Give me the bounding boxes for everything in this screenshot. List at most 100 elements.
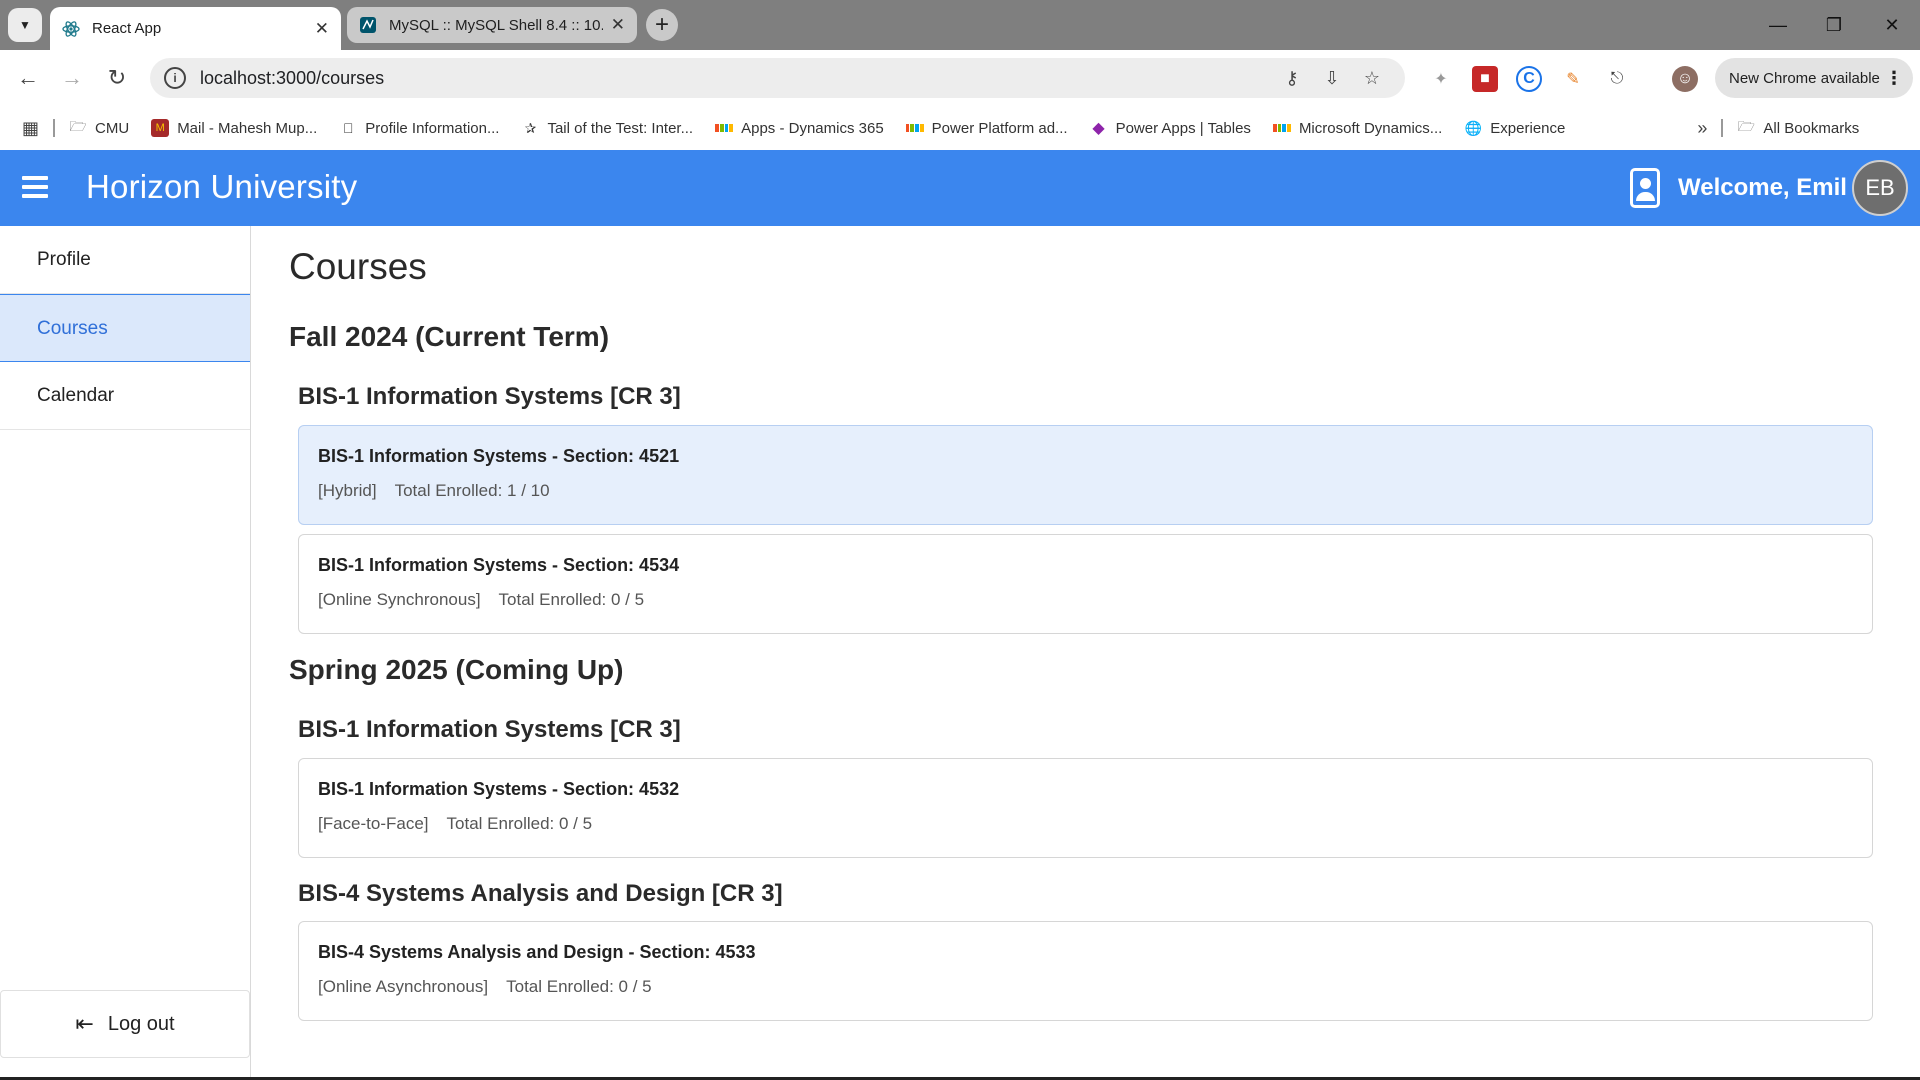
bookmark-label: Apps - Dynamics 365 <box>741 119 884 137</box>
section-card[interactable]: BIS-1 Information Systems - Section: 453… <box>298 534 1873 634</box>
extension-c-icon[interactable]: C <box>1516 66 1542 92</box>
section-title: BIS-1 Information Systems - Section: 452… <box>318 446 680 466</box>
minimize-button[interactable]: — <box>1763 10 1793 40</box>
bookmark-microsoft-dynamics[interactable]: Microsoft Dynamics... <box>1272 119 1443 137</box>
arrow-right-icon: → <box>61 65 83 90</box>
arrow-left-icon: ← <box>17 65 39 90</box>
enrollment-count: Total Enrolled: 1 / 10 <box>394 481 550 500</box>
react-icon <box>62 20 80 38</box>
section-title: BIS-1 Information Systems - Section: 453… <box>318 555 680 575</box>
bookmark-label: Profile Information... <box>365 119 500 137</box>
bookmark-experience[interactable]: 🌐 Experience <box>1464 119 1566 137</box>
section-card[interactable]: BIS-1 Information Systems - Section: 453… <box>298 758 1873 858</box>
mail-icon: M <box>151 119 170 137</box>
new-chrome-label: New Chrome available <box>1729 69 1880 87</box>
bookmark-cmu[interactable]: 🗁 CMU <box>69 118 129 137</box>
site-info-icon[interactable]: i <box>164 67 186 89</box>
new-tab-button[interactable]: + <box>646 9 678 41</box>
restore-button[interactable]: ❐ <box>1819 10 1849 40</box>
close-tab-icon[interactable]: ✕ <box>315 19 329 39</box>
term-heading: Fall 2024 (Current Term) <box>289 321 610 352</box>
extension-pen-icon[interactable]: ✎ <box>1560 66 1586 92</box>
sidebar-item-profile[interactable]: Profile <box>0 226 250 294</box>
course-heading: BIS-4 Systems Analysis and Design [CR 3] <box>298 880 783 907</box>
extension-sparkle-icon[interactable]: ✦ <box>1428 66 1454 92</box>
divider <box>1721 119 1724 137</box>
url-text: localhost:3000/courses <box>200 67 385 88</box>
install-app-icon[interactable]: ⇩ <box>1320 66 1344 90</box>
microsoft-icon <box>1272 119 1291 137</box>
section-title: BIS-1 Information Systems - Section: 453… <box>318 779 680 799</box>
section-card[interactable]: BIS-4 Systems Analysis and Design - Sect… <box>298 921 1873 1021</box>
id-badge-icon <box>1630 168 1660 208</box>
bookmark-label: Mail - Mahesh Mup... <box>177 119 318 137</box>
delivery-mode: [Face-to-Face] <box>318 814 429 833</box>
tab-title: React App <box>92 20 162 37</box>
bookmark-profile-information[interactable]:  Profile Information... <box>339 119 499 137</box>
plus-icon: + <box>654 11 669 38</box>
bookmark-label: Experience <box>1490 119 1566 137</box>
new-chrome-available-button[interactable]: New Chrome available ⋮ <box>1715 58 1913 98</box>
powerapps-icon: ◆ <box>1092 120 1105 137</box>
close-window-button[interactable]: ✕ <box>1877 10 1907 40</box>
tab-search-button[interactable]: ▼ <box>8 8 42 42</box>
delivery-mode: [Online Synchronous] <box>318 590 481 609</box>
runner-icon: ✰ <box>524 119 537 136</box>
bookmark-power-apps-tables[interactable]: ◆ Power Apps | Tables <box>1090 119 1251 138</box>
avatar[interactable]: EB <box>1852 160 1908 216</box>
bookmarks-bar: ▦ 🗁 CMU M Mail - Mahesh Mup...  Profile In… <box>0 106 1920 150</box>
enrollment-count: Total Enrolled: 0 / 5 <box>506 977 652 996</box>
divider <box>53 119 56 137</box>
sidebar-item-calendar[interactable]: Calendar <box>0 362 250 430</box>
sidebar-item-courses[interactable]: Courses <box>0 294 250 362</box>
tab-title: MySQL :: MySQL Shell 8.4 :: 10.1 <box>389 16 603 34</box>
close-tab-icon[interactable]: ✕ <box>611 15 625 35</box>
microsoft-icon <box>905 119 924 137</box>
welcome-text: Welcome, Emil <box>1678 174 1847 201</box>
delivery-mode: [Hybrid] <box>318 481 377 500</box>
globe-icon: 🌐 <box>1464 119 1483 136</box>
delivery-mode: [Online Asynchronous] <box>318 977 489 996</box>
bookmark-apps-dynamics[interactable]: Apps - Dynamics 365 <box>715 119 884 137</box>
star-icon[interactable]: ☆ <box>1360 66 1384 90</box>
all-bookmarks[interactable]: 🗁 All Bookmarks <box>1737 118 1860 137</box>
term-heading: Spring 2025 (Coming Up) <box>289 654 624 685</box>
browser-tabstrip: ▼ React App ✕ MySQL :: MySQL Shell 8.4 :… <box>0 0 1920 50</box>
bookmark-label: Microsoft Dynamics... <box>1298 119 1443 137</box>
extension-red-icon[interactable]: ■ <box>1472 66 1498 92</box>
key-icon[interactable]: ⚷ <box>1280 66 1304 90</box>
more-bookmarks-icon[interactable]: » <box>1697 118 1707 139</box>
tab-react-app[interactable]: React App ✕ <box>50 7 341 50</box>
mysql-icon <box>359 16 377 34</box>
bookmark-tail-of-the-test[interactable]: ✰ Tail of the Test: Inter... <box>521 119 694 137</box>
apple-icon:  <box>339 119 357 137</box>
bookmark-label: Tail of the Test: Inter... <box>547 119 694 137</box>
logout-label: Log out <box>107 1012 175 1035</box>
all-bookmarks-label: All Bookmarks <box>1763 119 1860 137</box>
forward-button[interactable]: → <box>56 62 88 94</box>
more-menu-icon: ⋮ <box>1885 67 1903 88</box>
browser-toolbar: ← → ↻ i localhost:3000/courses ⚷ ⇩ ☆ ✦ ■… <box>0 50 1920 106</box>
extensions-puzzle-icon[interactable]: ⎋ <box>1604 66 1630 92</box>
enrollment-count: Total Enrolled: 0 / 5 <box>498 590 645 609</box>
logout-button[interactable]: ⇤ Log out <box>0 990 250 1058</box>
folder-icon: 🗁 <box>69 118 87 134</box>
section-title: BIS-4 Systems Analysis and Design - Sect… <box>318 942 756 962</box>
main-content: Courses Fall 2024 (Current Term) BIS-1 I… <box>251 226 1920 1080</box>
menu-hamburger-icon[interactable] <box>22 176 48 198</box>
sidebar: Profile Courses Calendar ⇤ Log out <box>0 226 251 1080</box>
avatar-initials: EB <box>1865 175 1895 200</box>
reload-button[interactable]: ↻ <box>101 62 133 94</box>
bookmark-mail[interactable]: M Mail - Mahesh Mup... <box>151 119 317 137</box>
section-card[interactable]: BIS-1 Information Systems - Section: 452… <box>298 425 1873 525</box>
apps-grid-icon[interactable]: ▦ <box>22 118 39 139</box>
tab-mysql[interactable]: MySQL :: MySQL Shell 8.4 :: 10.1 ✕ <box>347 7 637 43</box>
microsoft-icon <box>715 119 734 137</box>
chevron-down-icon: ▼ <box>19 18 31 32</box>
reload-icon: ↻ <box>107 65 127 90</box>
address-bar[interactable]: i localhost:3000/courses ⚷ ⇩ ☆ <box>150 58 1405 98</box>
bookmark-power-platform[interactable]: Power Platform ad... <box>905 119 1068 137</box>
brand-title: Horizon University <box>86 168 358 205</box>
profile-avatar-icon[interactable]: ☺ <box>1672 66 1698 92</box>
back-button[interactable]: ← <box>12 62 44 94</box>
